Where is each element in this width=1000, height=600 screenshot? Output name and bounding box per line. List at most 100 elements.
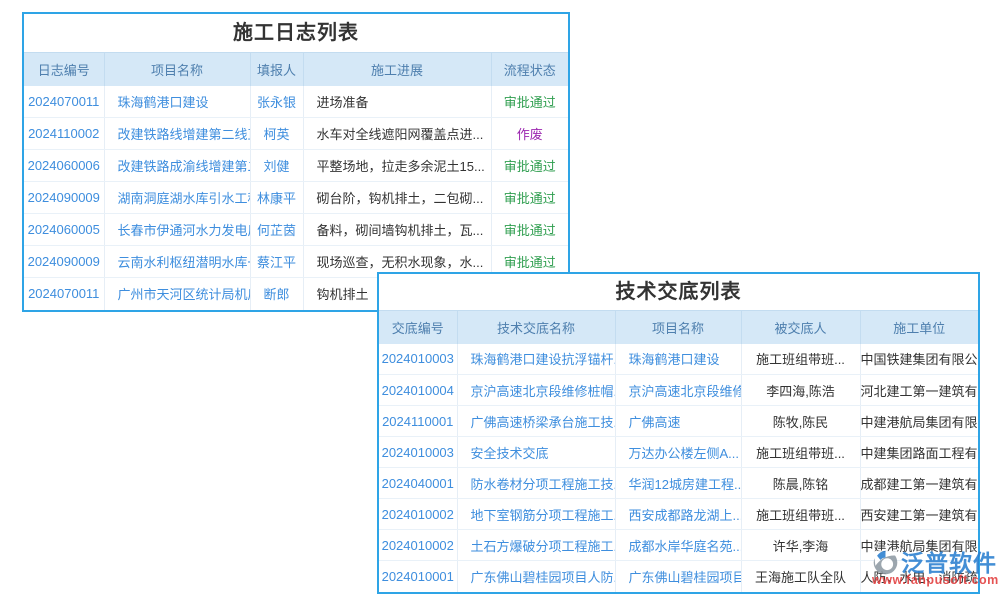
- log-col-progress: 施工进展: [303, 53, 491, 86]
- unit-text: 中建集团路面工程有...: [860, 437, 978, 468]
- receiver-text: 许华,李海: [741, 530, 860, 561]
- project-link[interactable]: 京沪高速北京段维修: [615, 375, 741, 406]
- status-badge: 审批通过: [491, 182, 568, 214]
- progress-text: 平整场地，拉走多余泥土15...: [303, 150, 491, 182]
- log-id-link[interactable]: 2024060006: [24, 150, 104, 182]
- fanpu-watermark: 泛普软件 www.fanpusoft.com: [872, 549, 998, 587]
- progress-text: 备料，砌间墙钩机排土，瓦...: [303, 214, 491, 246]
- tech-col-name: 技术交底名称: [457, 311, 615, 344]
- tech-id-link[interactable]: 2024110001: [379, 406, 457, 437]
- reporter-link[interactable]: 林康平: [250, 182, 303, 214]
- tech-col-project: 项目名称: [615, 311, 741, 344]
- table-row: 2024090009 湖南洞庭湖水库引水工程... 林康平 砌台阶，钩机排土，二…: [24, 182, 568, 214]
- table-row: 2024010003 珠海鹤港口建设抗浮锚杆... 珠海鹤港口建设 施工班组带班…: [379, 344, 978, 375]
- project-link[interactable]: 广佛高速: [615, 406, 741, 437]
- receiver-text: 李四海,陈浩: [741, 375, 860, 406]
- project-link[interactable]: 成都水岸华庭名苑...: [615, 530, 741, 561]
- log-id-link[interactable]: 2024090009: [24, 182, 104, 214]
- tech-id-link[interactable]: 2024010003: [379, 437, 457, 468]
- table-row: 2024110001 广佛高速桥梁承台施工技... 广佛高速 陈牧,陈民 中建港…: [379, 406, 978, 437]
- tech-col-id: 交底编号: [379, 311, 457, 344]
- project-link[interactable]: 珠海鹤港口建设: [104, 86, 250, 118]
- project-link[interactable]: 广东佛山碧桂园项目: [615, 561, 741, 592]
- table-row: 2024040001 防水卷材分项工程施工技... 华润12城房建工程... 陈…: [379, 468, 978, 499]
- log-col-id: 日志编号: [24, 53, 104, 86]
- disclosure-name-link[interactable]: 广佛高速桥梁承台施工技...: [457, 406, 615, 437]
- table-row: 2024010003 安全技术交底 万达办公楼左侧A... 施工班组带班... …: [379, 437, 978, 468]
- tech-id-link[interactable]: 2024010002: [379, 499, 457, 530]
- reporter-link[interactable]: 断郎: [250, 278, 303, 310]
- log-id-link[interactable]: 2024110002: [24, 118, 104, 150]
- project-link[interactable]: 湖南洞庭湖水库引水工程...: [104, 182, 250, 214]
- status-badge: 作废: [491, 118, 568, 150]
- construction-log-table: 日志编号 项目名称 填报人 施工进展 流程状态 2024070011 珠海鹤港口…: [24, 52, 568, 310]
- fanpu-brand-row: 泛普软件: [872, 549, 998, 576]
- log-id-link[interactable]: 2024070011: [24, 278, 104, 310]
- project-link[interactable]: 改建铁路线增建第二线直...: [104, 118, 250, 150]
- project-link[interactable]: 改建铁路成渝线增建第二...: [104, 150, 250, 182]
- progress-text: 进场准备: [303, 86, 491, 118]
- table-row: 2024010004 京沪高速北京段维修桩帽... 京沪高速北京段维修 李四海,…: [379, 375, 978, 406]
- tech-col-receiver: 被交底人: [741, 311, 860, 344]
- tech-col-unit: 施工单位: [860, 311, 978, 344]
- project-link[interactable]: 珠海鹤港口建设: [615, 344, 741, 375]
- fanpu-logo-icon: [872, 549, 899, 576]
- construction-log-title: 施工日志列表: [24, 14, 568, 52]
- project-link[interactable]: 云南水利枢纽潜明水库一...: [104, 246, 250, 278]
- reporter-link[interactable]: 何芷茵: [250, 214, 303, 246]
- tech-id-link[interactable]: 2024010003: [379, 344, 457, 375]
- progress-text: 水车对全线遮阳网覆盖点进...: [303, 118, 491, 150]
- disclosure-name-link[interactable]: 珠海鹤港口建设抗浮锚杆...: [457, 344, 615, 375]
- tech-id-link[interactable]: 2024010004: [379, 375, 457, 406]
- disclosure-name-link[interactable]: 京沪高速北京段维修桩帽...: [457, 375, 615, 406]
- tech-id-link[interactable]: 2024010001: [379, 561, 457, 592]
- unit-text: 河北建工第一建筑有...: [860, 375, 978, 406]
- fanpu-brand-text: 泛普软件: [901, 550, 997, 576]
- log-id-link[interactable]: 2024060005: [24, 214, 104, 246]
- project-link[interactable]: 西安成都路龙湖上...: [615, 499, 741, 530]
- status-badge: 审批通过: [491, 214, 568, 246]
- receiver-text: 施工班组带班...: [741, 437, 860, 468]
- log-col-reporter: 填报人: [250, 53, 303, 86]
- tech-disclosure-panel: 技术交底列表 交底编号 技术交底名称 项目名称 被交底人 施工单位 202401…: [377, 272, 980, 594]
- reporter-link[interactable]: 张永银: [250, 86, 303, 118]
- tech-id-link[interactable]: 2024010002: [379, 530, 457, 561]
- tech-id-link[interactable]: 2024040001: [379, 468, 457, 499]
- receiver-text: 陈晨,陈铭: [741, 468, 860, 499]
- unit-text: 西安建工第一建筑有...: [860, 499, 978, 530]
- table-row: 2024070011 珠海鹤港口建设 张永银 进场准备 审批通过: [24, 86, 568, 118]
- log-header-row: 日志编号 项目名称 填报人 施工进展 流程状态: [24, 53, 568, 86]
- reporter-link[interactable]: 柯英: [250, 118, 303, 150]
- receiver-text: 施工班组带班...: [741, 344, 860, 375]
- unit-text: 中国铁建集团有限公司: [860, 344, 978, 375]
- tech-disclosure-title: 技术交底列表: [379, 274, 978, 310]
- progress-text: 砌台阶，钩机排土，二包砌...: [303, 182, 491, 214]
- unit-text: 中建港航局集团有限...: [860, 406, 978, 437]
- log-col-status: 流程状态: [491, 53, 568, 86]
- log-id-link[interactable]: 2024090009: [24, 246, 104, 278]
- unit-text: 成都建工第一建筑有...: [860, 468, 978, 499]
- table-row: 2024060005 长春市伊通河水力发电厂... 何芷茵 备料，砌间墙钩机排土…: [24, 214, 568, 246]
- reporter-link[interactable]: 刘健: [250, 150, 303, 182]
- project-link[interactable]: 万达办公楼左侧A...: [615, 437, 741, 468]
- disclosure-name-link[interactable]: 安全技术交底: [457, 437, 615, 468]
- disclosure-name-link[interactable]: 防水卷材分项工程施工技...: [457, 468, 615, 499]
- receiver-text: 王海施工队全队: [741, 561, 860, 592]
- disclosure-name-link[interactable]: 地下室钢筋分项工程施工...: [457, 499, 615, 530]
- fanpu-url-text: www.fanpusoft.com: [872, 573, 998, 587]
- tech-header-row: 交底编号 技术交底名称 项目名称 被交底人 施工单位: [379, 311, 978, 344]
- status-badge: 审批通过: [491, 150, 568, 182]
- disclosure-name-link[interactable]: 广东佛山碧桂园项目人防...: [457, 561, 615, 592]
- project-link[interactable]: 长春市伊通河水力发电厂...: [104, 214, 250, 246]
- log-id-link[interactable]: 2024070011: [24, 86, 104, 118]
- receiver-text: 施工班组带班...: [741, 499, 860, 530]
- status-badge: 审批通过: [491, 86, 568, 118]
- project-link[interactable]: 华润12城房建工程...: [615, 468, 741, 499]
- table-row: 2024010002 地下室钢筋分项工程施工... 西安成都路龙湖上... 施工…: [379, 499, 978, 530]
- log-col-project: 项目名称: [104, 53, 250, 86]
- reporter-link[interactable]: 蔡江平: [250, 246, 303, 278]
- disclosure-name-link[interactable]: 土石方爆破分项工程施工...: [457, 530, 615, 561]
- receiver-text: 陈牧,陈民: [741, 406, 860, 437]
- construction-log-panel: 施工日志列表 日志编号 项目名称 填报人 施工进展 流程状态 202407001…: [22, 12, 570, 312]
- project-link[interactable]: 广州市天河区统计局机房...: [104, 278, 250, 310]
